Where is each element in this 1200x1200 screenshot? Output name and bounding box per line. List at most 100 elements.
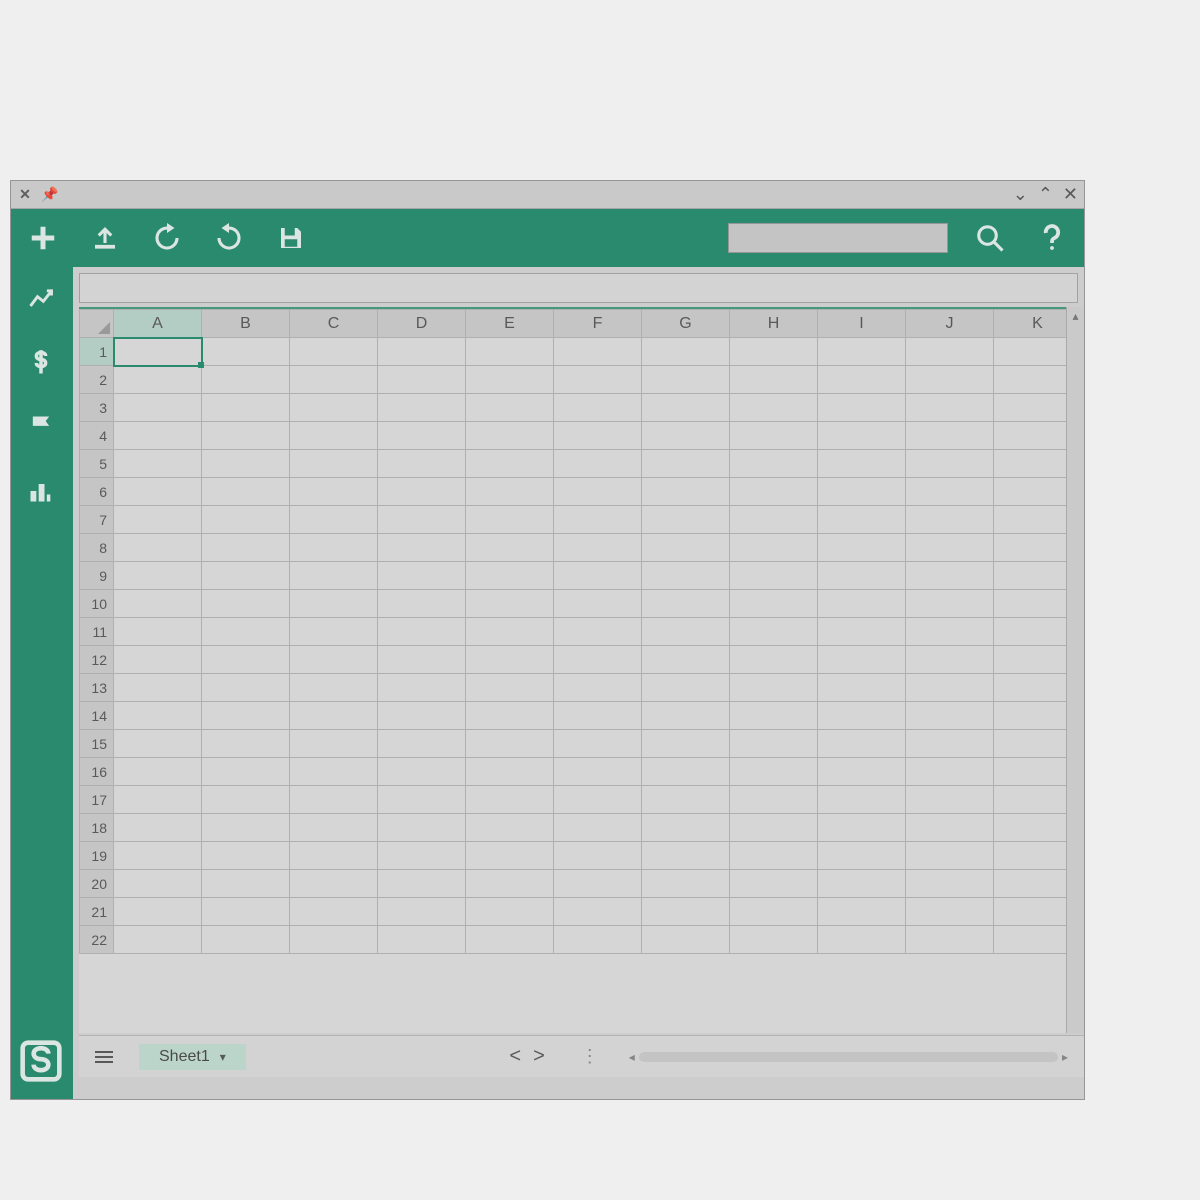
row-header[interactable]: 7 (80, 506, 114, 534)
cell[interactable] (818, 338, 906, 366)
cell[interactable] (202, 422, 290, 450)
cell[interactable] (730, 758, 818, 786)
cell[interactable] (554, 674, 642, 702)
cell[interactable] (202, 926, 290, 954)
select-all-corner[interactable] (80, 310, 114, 338)
cell[interactable] (730, 702, 818, 730)
cell[interactable] (554, 590, 642, 618)
cell[interactable] (466, 450, 554, 478)
cell[interactable] (202, 758, 290, 786)
cell[interactable] (114, 422, 202, 450)
cell[interactable] (642, 338, 730, 366)
spreadsheet-grid[interactable]: ABCDEFGHIJK 1234567891011121314151617181… (79, 307, 1066, 1033)
cell[interactable] (202, 674, 290, 702)
cell[interactable] (114, 702, 202, 730)
cell[interactable] (994, 478, 1067, 506)
cell[interactable] (554, 422, 642, 450)
cell[interactable] (730, 338, 818, 366)
cell[interactable] (994, 730, 1067, 758)
cell[interactable] (818, 702, 906, 730)
close-button[interactable]: ✕ (1063, 184, 1078, 205)
cell[interactable] (378, 898, 466, 926)
cell[interactable] (114, 590, 202, 618)
cell[interactable] (466, 646, 554, 674)
cell[interactable] (378, 758, 466, 786)
cell[interactable] (554, 870, 642, 898)
cell[interactable] (730, 590, 818, 618)
cell[interactable] (642, 842, 730, 870)
cell[interactable] (994, 786, 1067, 814)
cell[interactable] (730, 478, 818, 506)
cell[interactable] (730, 730, 818, 758)
cell[interactable] (818, 758, 906, 786)
cell[interactable] (554, 618, 642, 646)
cell[interactable] (202, 506, 290, 534)
cell[interactable] (730, 870, 818, 898)
pin-icon[interactable]: 📌 (41, 186, 58, 203)
cell[interactable] (378, 338, 466, 366)
cell[interactable] (202, 478, 290, 506)
cell[interactable] (114, 898, 202, 926)
cell[interactable] (906, 590, 994, 618)
cell[interactable] (554, 366, 642, 394)
cell[interactable] (290, 534, 378, 562)
row-header[interactable]: 14 (80, 702, 114, 730)
cell[interactable] (554, 646, 642, 674)
row-header[interactable]: 2 (80, 366, 114, 394)
cell[interactable] (642, 478, 730, 506)
row-header[interactable]: 6 (80, 478, 114, 506)
sheet-tab-dropdown-icon[interactable]: ▾ (220, 1050, 226, 1064)
cell[interactable] (642, 534, 730, 562)
cell[interactable] (994, 618, 1067, 646)
cell[interactable] (818, 618, 906, 646)
cell[interactable] (994, 926, 1067, 954)
row-header[interactable]: 16 (80, 758, 114, 786)
cell[interactable] (290, 842, 378, 870)
cell[interactable] (906, 562, 994, 590)
cell[interactable] (290, 366, 378, 394)
cell[interactable] (466, 898, 554, 926)
cell[interactable] (378, 618, 466, 646)
cell[interactable] (378, 646, 466, 674)
cell[interactable] (994, 562, 1067, 590)
cell[interactable] (554, 898, 642, 926)
column-header[interactable]: F (554, 310, 642, 338)
cell[interactable] (906, 898, 994, 926)
cell[interactable] (906, 674, 994, 702)
cell[interactable] (642, 898, 730, 926)
cell[interactable] (378, 478, 466, 506)
cell[interactable] (554, 814, 642, 842)
sheet-tab-active[interactable]: Sheet1 ▾ (139, 1044, 246, 1070)
cell[interactable] (378, 814, 466, 842)
cell[interactable] (642, 422, 730, 450)
cell[interactable] (906, 394, 994, 422)
cell[interactable] (290, 562, 378, 590)
scroll-left-icon[interactable]: ◂ (629, 1050, 635, 1064)
cell[interactable] (114, 674, 202, 702)
undo-button[interactable] (147, 218, 187, 258)
cell[interactable] (906, 870, 994, 898)
cell[interactable] (554, 730, 642, 758)
cell[interactable] (114, 534, 202, 562)
cell[interactable] (642, 702, 730, 730)
column-header[interactable]: A (114, 310, 202, 338)
cell[interactable] (818, 814, 906, 842)
cell[interactable] (730, 506, 818, 534)
cell[interactable] (818, 674, 906, 702)
cell[interactable] (906, 478, 994, 506)
cell[interactable] (114, 758, 202, 786)
sidebar-chart-icon[interactable] (21, 279, 61, 319)
cell[interactable] (994, 674, 1067, 702)
cell[interactable] (202, 786, 290, 814)
column-header[interactable]: C (290, 310, 378, 338)
cell[interactable] (818, 842, 906, 870)
cell[interactable] (290, 870, 378, 898)
cell[interactable] (202, 730, 290, 758)
sidebar-flag-icon[interactable] (21, 407, 61, 447)
row-header[interactable]: 1 (80, 338, 114, 366)
cell[interactable] (466, 730, 554, 758)
cell[interactable] (290, 618, 378, 646)
cell[interactable] (290, 478, 378, 506)
help-button[interactable] (1032, 218, 1072, 258)
cell[interactable] (378, 702, 466, 730)
